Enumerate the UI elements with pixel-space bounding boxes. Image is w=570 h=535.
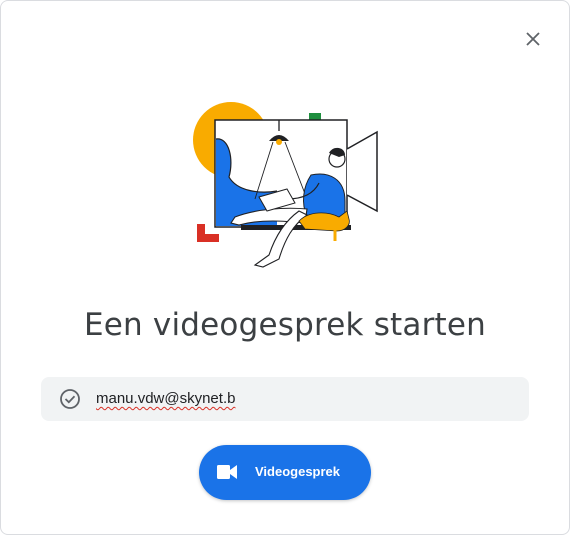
dialog-title: Een videogesprek starten [83, 307, 487, 343]
close-icon [526, 32, 540, 46]
start-video-call-button[interactable]: Videogesprek [199, 445, 371, 500]
videocam-icon [217, 465, 237, 479]
check-circle-icon [60, 389, 80, 409]
video-call-button-label: Videogesprek [255, 464, 341, 479]
close-button[interactable] [519, 25, 547, 53]
account-email: manu.vdw@skynet.b [96, 390, 236, 407]
video-call-illustration [193, 102, 378, 268]
account-row[interactable]: manu.vdw@skynet.b [41, 377, 529, 421]
video-call-dialog: Een videogesprek starten manu.vdw@skynet… [0, 0, 570, 535]
